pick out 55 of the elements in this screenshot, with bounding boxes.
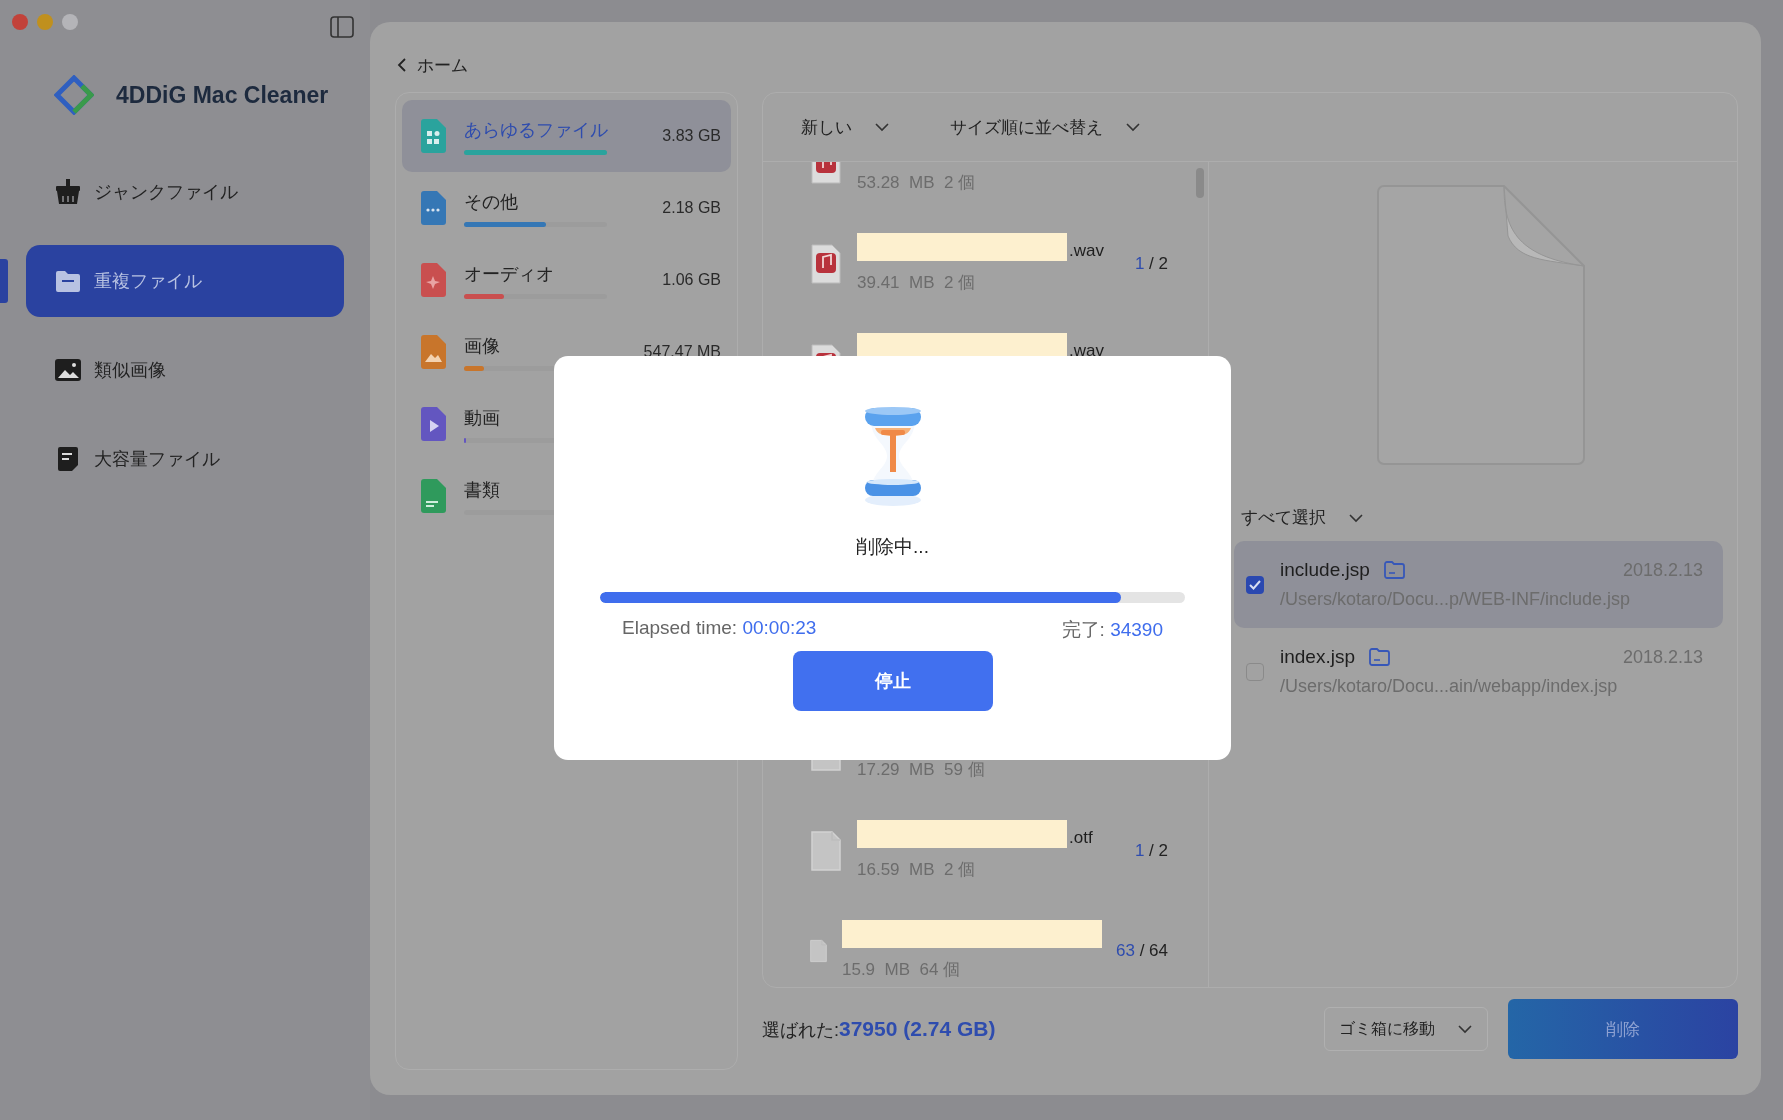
blank-file-icon <box>809 830 843 872</box>
folder-icon[interactable] <box>1369 648 1391 666</box>
selection-count: 63 / 64 <box>1116 941 1168 961</box>
chevron-down-icon <box>1457 1024 1473 1034</box>
document-preview-icon <box>1376 184 1586 466</box>
file-extension: .wav <box>1069 241 1104 261</box>
sidebar-item[interactable]: 重複ファイル <box>26 245 344 317</box>
selection-count: 1 / 2 <box>1134 841 1168 861</box>
file-extension: .wav <box>1069 341 1104 361</box>
checkbox[interactable] <box>1246 575 1264 594</box>
file-name: include.jsp <box>1280 559 1370 581</box>
checkbox[interactable] <box>1246 662 1264 681</box>
category-label: その他 <box>464 190 518 214</box>
category-size: 1.06 GB <box>662 271 721 289</box>
logo-icon <box>54 75 94 115</box>
chevron-down-icon <box>1125 122 1141 132</box>
folder-icon[interactable] <box>1383 561 1406 579</box>
selected-summary: 選ばれた:37950 (2.74 GB) <box>762 1016 996 1042</box>
sidebar-item[interactable]: 大容量ファイル <box>26 423 344 495</box>
category-item[interactable]: あらゆるファイル 3.83 GB <box>402 100 731 172</box>
file-extension: .otf <box>1069 828 1093 848</box>
filter-dropdown[interactable]: サイズ順に並べ替え <box>950 115 1141 139</box>
category-label: 書類 <box>464 478 500 502</box>
status-text: 削除中... <box>856 535 929 559</box>
app-name: 4DDiG Mac Cleaner <box>116 81 329 109</box>
file-name: index.jsp <box>1280 646 1355 668</box>
category-item[interactable]: オーディオ 1.06 GB <box>402 244 731 316</box>
stop-button[interactable]: 停止 <box>792 651 993 711</box>
filter-dropdown[interactable]: 新しい <box>801 115 890 139</box>
sidebar-item[interactable]: 類似画像 <box>26 334 344 406</box>
delete-mode-dropdown[interactable]: ゴミ箱に移動 <box>1324 1007 1488 1051</box>
back-chevron-icon <box>397 58 407 72</box>
back-link[interactable]: ホーム <box>397 50 468 80</box>
selection-indicator <box>0 259 8 303</box>
image-icon <box>54 356 82 384</box>
category-size: 3.83 GB <box>662 127 721 145</box>
audio-file-icon <box>809 243 843 285</box>
category-label: あらゆるファイル <box>464 118 608 142</box>
category-size: 2.18 GB <box>662 199 721 217</box>
category-label: 動画 <box>464 406 500 430</box>
selection-count: 1 / 2 <box>1134 254 1168 274</box>
category-label: オーディオ <box>464 262 554 286</box>
chevron-down-icon <box>1348 512 1364 523</box>
sidebar-item[interactable]: ジャンクファイル <box>26 156 344 228</box>
category-item[interactable]: その他 2.18 GB <box>402 172 731 244</box>
scrollbar-thumb[interactable] <box>1196 168 1204 198</box>
select-all-dropdown[interactable]: すべて選択 <box>1241 506 1364 529</box>
minimize-window-button[interactable] <box>37 14 53 30</box>
category-label: 画像 <box>464 334 500 358</box>
zoom-window-button[interactable] <box>62 14 78 30</box>
completed-count: 完了: 34390 <box>1061 618 1163 642</box>
close-window-button[interactable] <box>12 14 28 30</box>
chevron-down-icon <box>874 122 890 132</box>
sidebar-toggle-icon[interactable] <box>330 16 354 38</box>
elapsed-time: Elapsed time: 00:00:23 <box>622 617 817 640</box>
